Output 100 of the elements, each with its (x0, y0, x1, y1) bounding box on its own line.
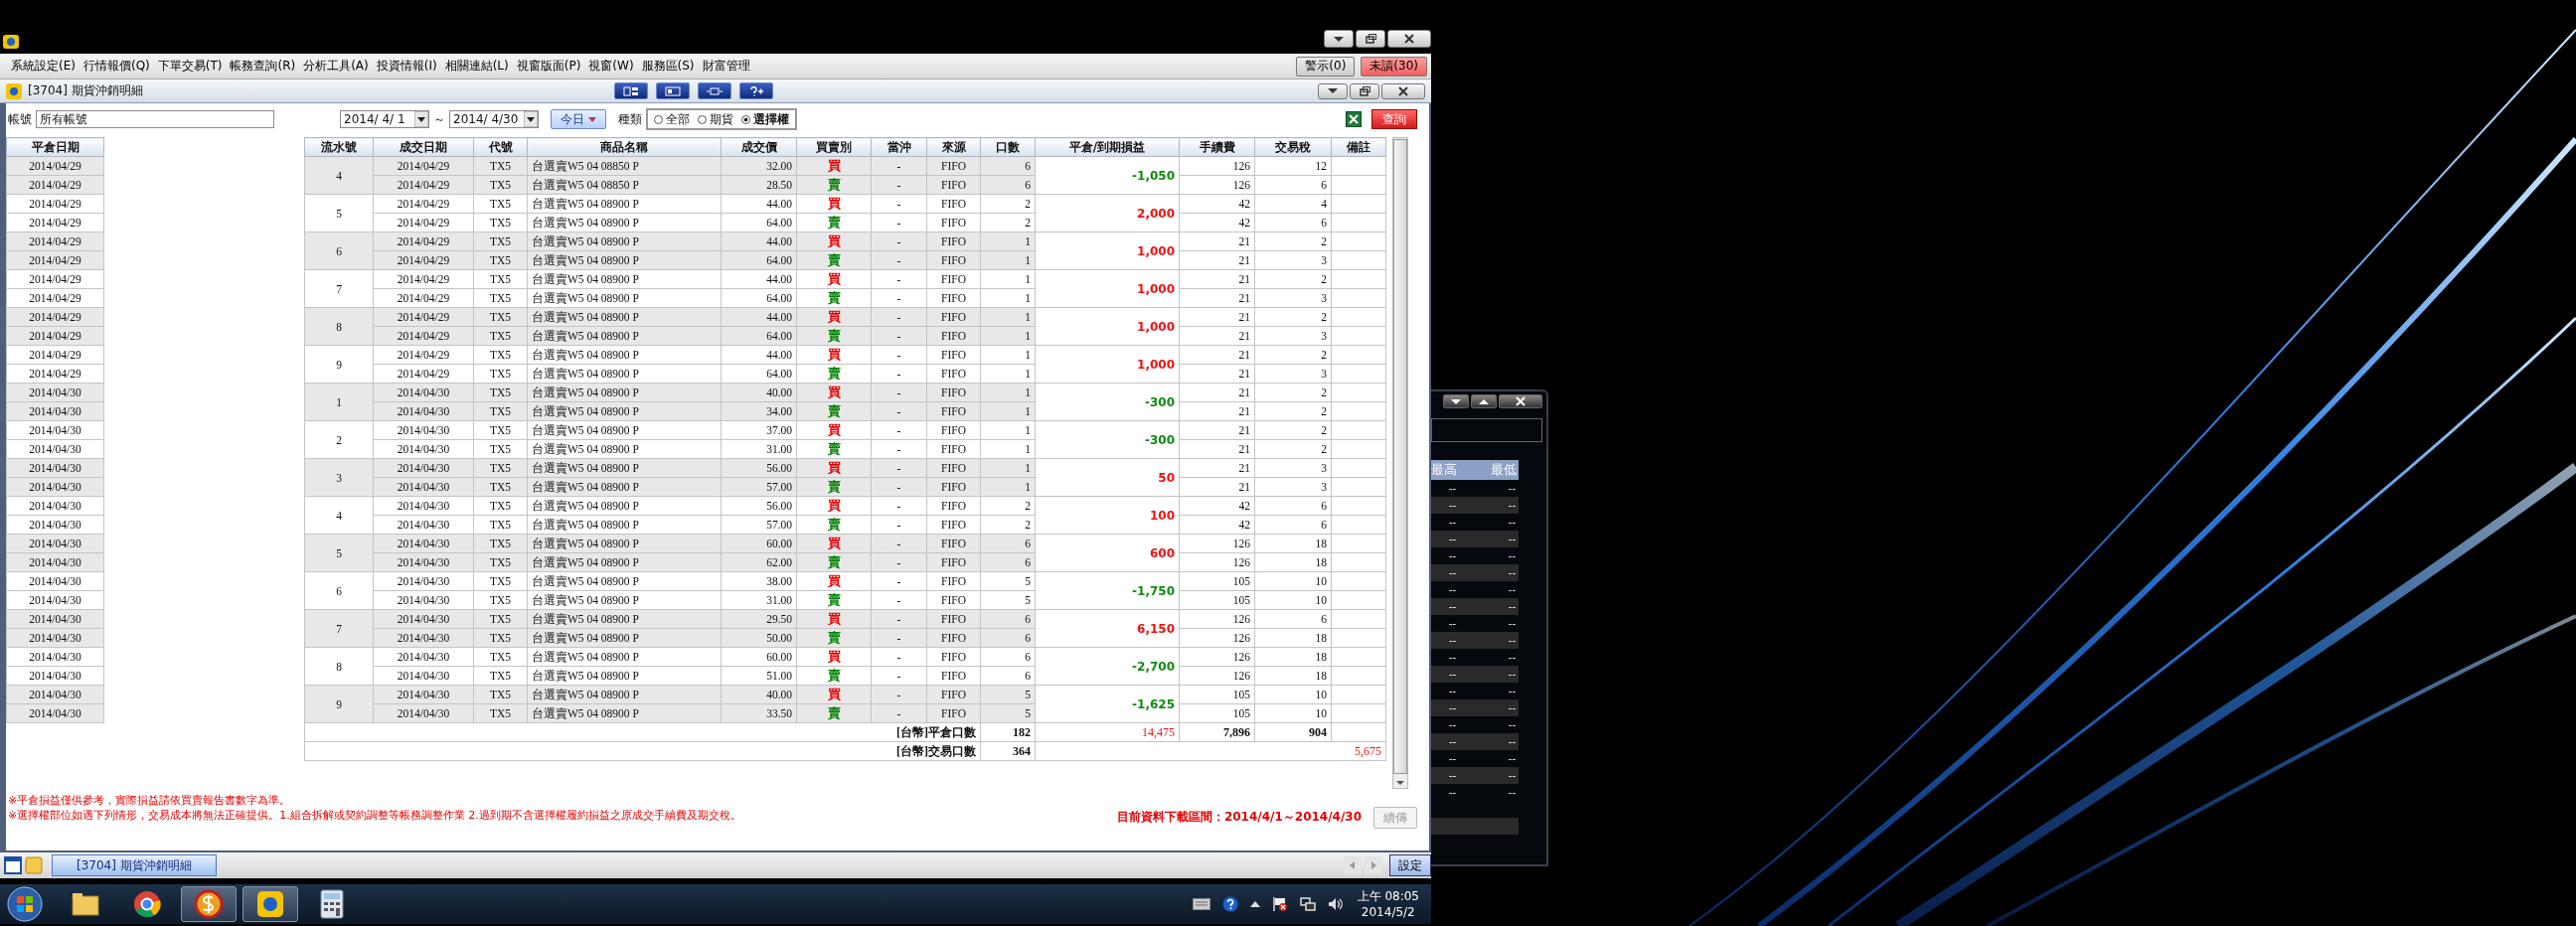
profit-loss-text: 1,000 (1137, 243, 1175, 258)
menu-item[interactable]: 系統設定(E) (8, 56, 79, 77)
menu-item[interactable]: 帳務查詢(R) (227, 56, 299, 77)
toolbar-button[interactable] (656, 82, 690, 99)
keyboard-icon[interactable] (1192, 898, 1210, 910)
table-cell: [台幣]交易口數 (304, 741, 981, 761)
profit-loss-text: 600 (1149, 545, 1175, 560)
table-cell: - (871, 571, 927, 591)
table-cell: -- (1508, 719, 1516, 730)
menu-item[interactable]: 下單交易(T) (154, 56, 226, 77)
table-cell: 2 (1254, 420, 1332, 440)
input-field[interactable] (1431, 418, 1542, 442)
table-cell: TX5 (473, 571, 528, 591)
start-orb-icon[interactable] (6, 885, 44, 923)
tab[interactable]: [3704] 期貨沖銷明細 (52, 854, 217, 876)
menu-item[interactable]: 財富管理 (699, 56, 753, 77)
minimize-button[interactable] (1318, 82, 1348, 99)
menu-item[interactable]: 分析工具(A) (300, 56, 372, 77)
menu-item[interactable]: 服務區(S) (638, 56, 698, 77)
table-cell: 5 (304, 194, 374, 232)
minimize-button[interactable] (1443, 394, 1469, 408)
column-header: 代號 (473, 137, 528, 157)
table-cell: -- (1449, 635, 1457, 646)
query-button[interactable]: 查詢 (1371, 109, 1417, 129)
today-button[interactable]: 今日 (551, 109, 606, 129)
close-button[interactable] (1387, 30, 1431, 48)
dropdown-arrow-icon[interactable] (524, 111, 538, 127)
table-cell: TX5 (473, 647, 528, 667)
side-text: 賣 (827, 290, 841, 305)
caret-up-icon[interactable] (1249, 900, 1260, 908)
profit-loss-text: -300 (1144, 394, 1175, 409)
table-cell: -- (1508, 652, 1516, 663)
menu-item[interactable]: 視窗版面(P) (513, 56, 584, 77)
toolbar-button[interactable] (739, 82, 773, 99)
unread-button[interactable]: 未讀(30) (1361, 56, 1427, 77)
date-from-field[interactable]: 2014/ 4/ 1 (340, 110, 429, 128)
minimize-button[interactable] (1324, 30, 1354, 48)
maximize-button[interactable] (1471, 394, 1497, 408)
table-cell: TX5 (473, 439, 528, 459)
table-cell: 台選賣W5 04 08900 P (527, 213, 722, 232)
menu-item[interactable]: 投資情報(I) (373, 56, 440, 77)
speaker-icon[interactable] (1327, 896, 1344, 912)
table-cell: 1 (980, 345, 1036, 365)
table-cell: 2014/04/30 (373, 666, 474, 686)
table-cell: FIFO (926, 420, 981, 440)
restore-button[interactable] (1356, 30, 1385, 48)
radio-option[interactable]: 選擇權 (741, 110, 789, 128)
settings-button[interactable]: 設定 (1389, 854, 1431, 876)
menu-item[interactable]: 行情報價(Q) (80, 56, 153, 77)
date-to-field[interactable]: 2014/ 4/30 (449, 110, 539, 128)
alert-button[interactable]: 警示(0) (1296, 56, 1356, 77)
network-icon[interactable] (1299, 896, 1316, 912)
table-cell: 44.00 (721, 345, 797, 365)
window-icon[interactable] (4, 856, 22, 874)
table-cell: 60.00 (721, 647, 797, 667)
menu-item[interactable]: 相關連結(L) (441, 56, 512, 77)
table-cell: 台選賣W5 04 08900 P (527, 590, 722, 610)
side-text: 賣 (827, 177, 841, 192)
table-cell: 2014/04/30 (373, 420, 474, 440)
dropdown-arrow-icon[interactable] (414, 111, 428, 127)
toolbar-button[interactable] (614, 82, 648, 99)
table-cell: - (871, 194, 927, 214)
side-text: 買 (827, 309, 841, 324)
table-cell: 3 (1254, 364, 1332, 384)
account-field[interactable]: 所有帳號 (36, 110, 274, 128)
table-cell: - (871, 269, 927, 289)
table-cell: 7 (304, 269, 374, 308)
table-cell: TX5 (473, 269, 528, 289)
table-cell: 4 (304, 496, 374, 535)
spreadsheet-icon[interactable] (1346, 111, 1362, 127)
profit-loss-text: 2,000 (1137, 206, 1175, 221)
side-text: 賣 (827, 705, 841, 720)
profit-loss-text: -2,700 (1132, 659, 1175, 674)
table-cell: 21 (1179, 364, 1255, 384)
table-cell: FIFO (926, 439, 981, 459)
table-cell: FIFO (926, 213, 981, 232)
close-button[interactable] (1381, 82, 1425, 99)
radio-option[interactable]: 期貨 (698, 110, 733, 128)
radio-option[interactable]: 全部 (654, 110, 690, 128)
scrollbar[interactable] (1392, 137, 1408, 789)
table-cell: -- (1449, 500, 1457, 511)
table-cell: FIFO (926, 345, 981, 365)
table-cell: 21 (1179, 269, 1255, 289)
dollar-coin-icon[interactable] (181, 886, 237, 922)
table-cell: 42 (1179, 194, 1255, 214)
menu-item[interactable]: 視窗(W) (585, 56, 637, 77)
restore-button[interactable] (1350, 82, 1379, 99)
table-cell: 2 (1254, 439, 1332, 459)
help-icon[interactable] (1221, 896, 1238, 912)
table-cell: TX5 (473, 590, 528, 610)
toolbar-button[interactable] (698, 82, 731, 99)
table-cell: 31.00 (721, 590, 797, 610)
table-cell: 台選賣W5 04 08900 P (527, 288, 722, 308)
column-header: 流水號 (304, 137, 374, 157)
table-cell: 台選賣W5 04 08900 P (527, 194, 722, 214)
flag-icon[interactable] (1271, 896, 1288, 912)
table-cell: 31.00 (721, 439, 797, 459)
table-cell: 5 (980, 571, 1036, 591)
app-logo-icon[interactable] (242, 886, 298, 922)
close-button[interactable] (1499, 394, 1542, 408)
